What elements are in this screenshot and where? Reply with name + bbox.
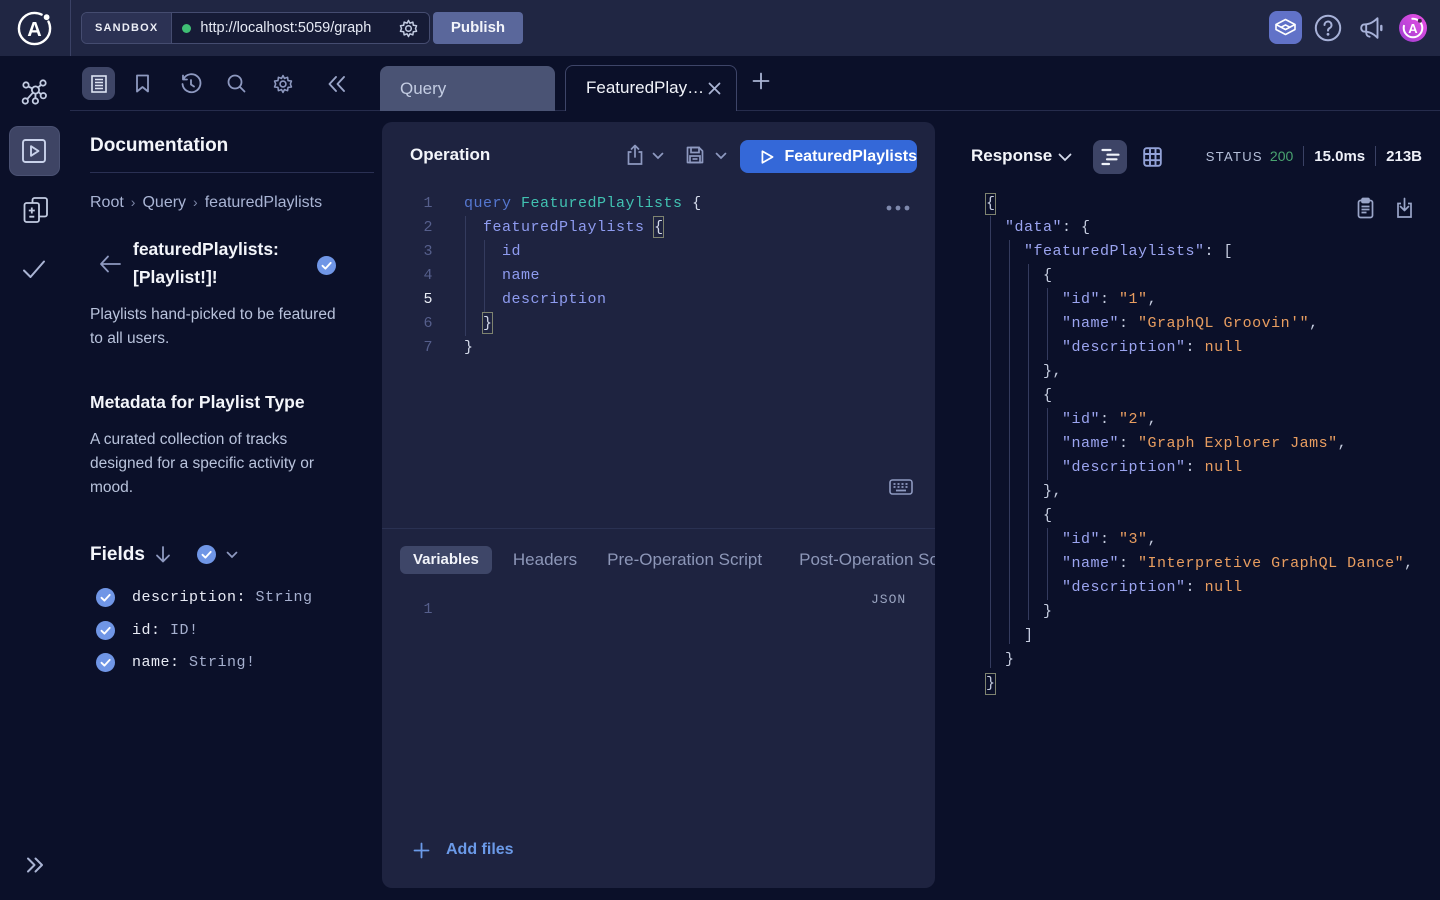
svg-text:A: A [27,19,41,41]
svg-text:A: A [1408,21,1418,36]
